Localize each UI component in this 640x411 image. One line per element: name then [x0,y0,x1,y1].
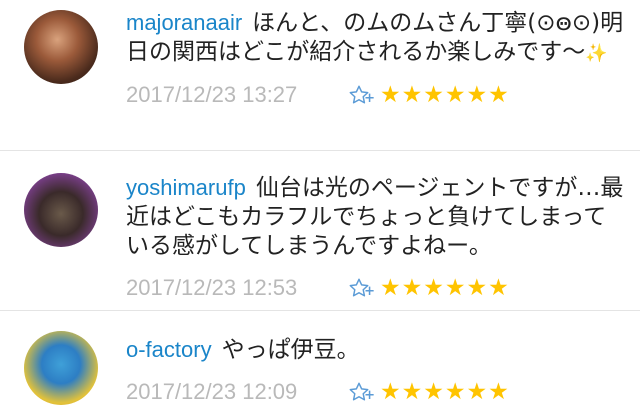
star-icon: ★ [423,275,444,301]
star-icon: ★ [444,82,466,108]
star-icon: ★ [466,82,488,108]
avatar[interactable] [24,10,98,84]
star-rating: ★ ★ ★ ★ ★ ★ [380,81,510,109]
comment-text-block: o-factory やっぱ伊豆。 [126,335,626,365]
star-icon: ★ [444,379,466,405]
username-link[interactable]: o-factory [126,337,212,362]
star-icon: ★ [444,275,466,301]
star-icon: ★ [423,379,444,405]
timestamp: 2017/12/23 13:27 [126,82,298,107]
comment-item: o-factory やっぱ伊豆。 2017/12/23 12:09 + ★ ★ ★… [0,310,640,411]
star-icon: ★ [488,82,509,108]
star-icon: ★ [423,82,444,108]
star-icon: ★ [466,275,488,301]
avatar[interactable] [24,173,98,247]
username-link[interactable]: yoshimarufp [126,175,246,200]
comment-body: o-factory やっぱ伊豆。 2017/12/23 12:09 + ★ ★ ★… [126,335,626,407]
add-star-icon[interactable]: + [344,273,375,303]
timestamp: 2017/12/23 12:09 [126,379,298,404]
comment-meta: 2017/12/23 12:53 + ★ ★ ★ ★ ★ ★ [126,273,626,303]
comment-item: majoranaair ほんと、のムのムさん丁寧(⊙ꙫ⊙)明日の関西はどこが紹介さ… [0,0,640,150]
sparkle-icon: ✨ [585,43,608,64]
comment-text: やっぱ伊豆。 [221,337,360,363]
comment-item: yoshimarufp 仙台は光のページェントですが…最近はどこもカラフルでちょっ… [0,150,640,311]
add-star-icon[interactable]: + [344,377,375,407]
star-icon: ★ [401,379,423,405]
comment-text-block: majoranaair ほんと、のムのムさん丁寧(⊙ꙫ⊙)明日の関西はどこが紹介さ… [126,8,626,68]
star-rating: ★ ★ ★ ★ ★ ★ [380,274,510,302]
add-star-icon[interactable]: + [344,80,375,110]
timestamp: 2017/12/23 12:53 [126,275,298,300]
star-icon: ★ [488,275,509,301]
avatar[interactable] [24,331,98,405]
star-icon: ★ [466,379,488,405]
comment-body: yoshimarufp 仙台は光のページェントですが…最近はどこもカラフルでちょっ… [126,173,626,303]
comment-text-block: yoshimarufp 仙台は光のページェントですが…最近はどこもカラフルでちょっ… [126,173,626,261]
star-icon: ★ [380,275,401,301]
comment-body: majoranaair ほんと、のムのムさん丁寧(⊙ꙫ⊙)明日の関西はどこが紹介さ… [126,8,626,110]
comment-meta: 2017/12/23 12:09 + ★ ★ ★ ★ ★ ★ [126,377,626,407]
star-icon: ★ [401,82,423,108]
star-icon: ★ [401,275,423,301]
star-icon: ★ [488,379,509,405]
username-link[interactable]: majoranaair [126,10,242,35]
star-icon: ★ [380,379,401,405]
comment-meta: 2017/12/23 13:27 + ★ ★ ★ ★ ★ ★ [126,80,626,110]
star-icon: ★ [380,82,401,108]
star-rating: ★ ★ ★ ★ ★ ★ [380,378,510,406]
